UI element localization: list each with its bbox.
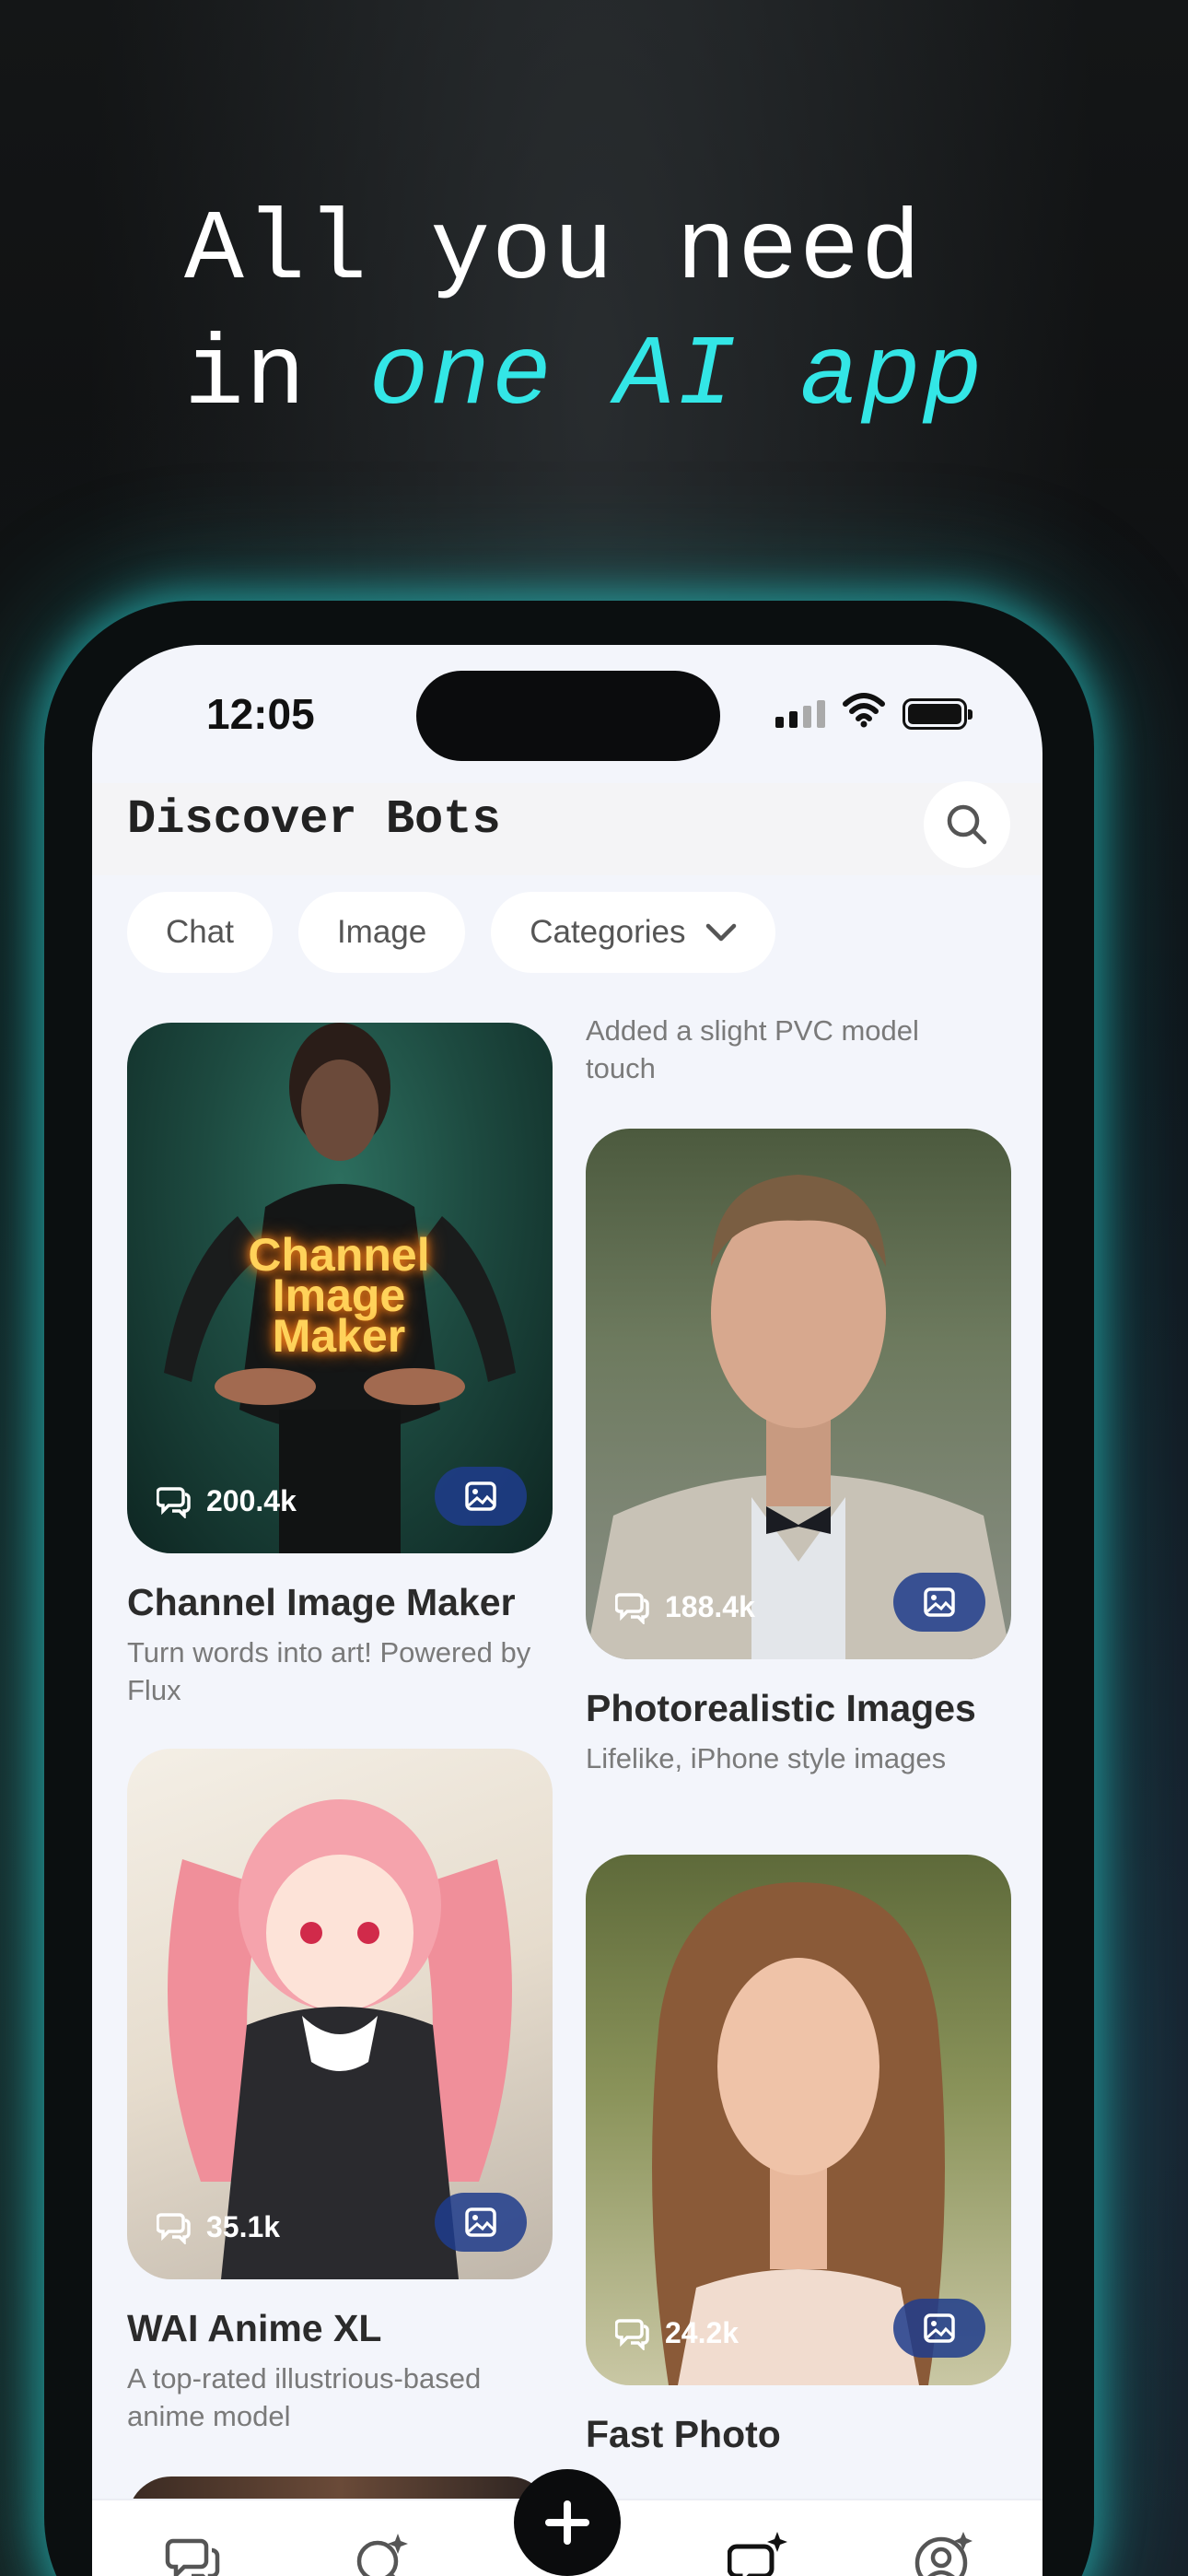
bot-card-photorealistic-images[interactable]: 188.4k Photorealistic Images Lifelike, i…: [586, 1129, 1011, 1777]
usage-count: 35.1k: [157, 2209, 280, 2244]
promo-headline: All you need in one AI app: [184, 189, 984, 439]
image-icon: [465, 1481, 496, 1511]
image-type-badge: [893, 1573, 985, 1632]
signal-icon: [775, 700, 825, 728]
chat-bubbles-icon: [157, 2213, 191, 2244]
image-icon: [465, 2207, 496, 2237]
app-screen: 12:05 Discover Bots Chat Image Categorie…: [92, 645, 1042, 2576]
usage-count-value: 200.4k: [206, 1483, 297, 1517]
filter-chat[interactable]: Chat: [127, 892, 273, 973]
bot-thumbnail: 24.2k: [586, 1855, 1011, 2385]
bot-name: Photorealistic Images: [586, 1687, 976, 1729]
usage-count-value: 188.4k: [665, 1589, 755, 1623]
bot-thumbnail: 188.4k: [586, 1129, 1011, 1659]
filter-chat-label: Chat: [166, 914, 234, 950]
wifi-icon: [843, 693, 885, 728]
bot-name: Channel Image Maker: [127, 1581, 516, 1623]
bot-name: WAI Anime XL: [127, 2307, 382, 2349]
bot-card-fast-photo[interactable]: 24.2k Fast Photo: [586, 1855, 1011, 2456]
plus-icon: [545, 2500, 589, 2545]
chat-bubbles-icon: [615, 2319, 649, 2350]
promo-line-1: All you need: [184, 195, 923, 308]
search-button[interactable]: [924, 781, 1010, 868]
bot-sparkle-icon[interactable]: [728, 2528, 792, 2576]
filter-image-label: Image: [336, 914, 427, 950]
bot-card-channel-image-maker[interactable]: Channel Image Maker 200.4k Channel Image…: [127, 1023, 553, 1709]
dynamic-island: [416, 671, 720, 761]
filter-categories[interactable]: Categories: [491, 892, 776, 973]
create-button[interactable]: [514, 2469, 621, 2576]
battery-icon: [903, 698, 973, 730]
filter-image[interactable]: Image: [297, 892, 466, 973]
image-overlay-text: Channel Image Maker: [248, 1229, 430, 1362]
usage-count: 188.4k: [615, 1589, 755, 1624]
profile-sparkle-icon[interactable]: [912, 2528, 976, 2576]
usage-count: 200.4k: [157, 1483, 297, 1518]
image-icon: [924, 1587, 955, 1617]
image-type-badge: [435, 1467, 527, 1526]
status-time: 12:05: [206, 690, 315, 738]
promo-accent: one AI app: [368, 321, 984, 433]
chat-bubbles-icon: [615, 1593, 649, 1624]
chat-bubbles-icon: [157, 1487, 191, 1518]
chevron-down-icon: [706, 923, 737, 942]
image-type-badge: [435, 2193, 527, 2252]
bot-card-wai-anime-xl[interactable]: 35.1k WAI Anime XL A top-rated illustrio…: [127, 1749, 553, 2435]
promo-line-2: in one AI app: [184, 314, 984, 439]
discover-icon[interactable]: [350, 2528, 414, 2576]
bot-thumbnail: 35.1k: [127, 1749, 553, 2279]
image-icon: [924, 2313, 955, 2343]
bot-description: Turn words into art! Powered by Flux: [127, 1636, 531, 1706]
bot-name: Fast Photo: [586, 2413, 781, 2455]
usage-count-value: 24.2k: [665, 2315, 740, 2349]
status-bar: 12:05: [92, 645, 1042, 802]
usage-count-value: 35.1k: [206, 2209, 281, 2243]
bot-description: A top-rated illustrious-based anime mode…: [127, 2362, 482, 2432]
card-description-previous: Added a slight PVC model touch: [586, 1014, 919, 1084]
promo-line-2-prefix: in: [184, 321, 369, 433]
chat-bubbles-icon[interactable]: [164, 2528, 228, 2576]
page-title: Discover Bots: [127, 792, 501, 847]
bot-description: Lifelike, iPhone style images: [586, 1742, 947, 1774]
image-type-badge: [893, 2299, 985, 2358]
filter-categories-label: Categories: [530, 914, 686, 950]
filter-chips: Chat Image Categories: [127, 892, 776, 973]
usage-count: 24.2k: [615, 2315, 739, 2350]
bot-thumbnail: Channel Image Maker 200.4k: [127, 1023, 553, 1553]
search-icon: [947, 804, 987, 845]
